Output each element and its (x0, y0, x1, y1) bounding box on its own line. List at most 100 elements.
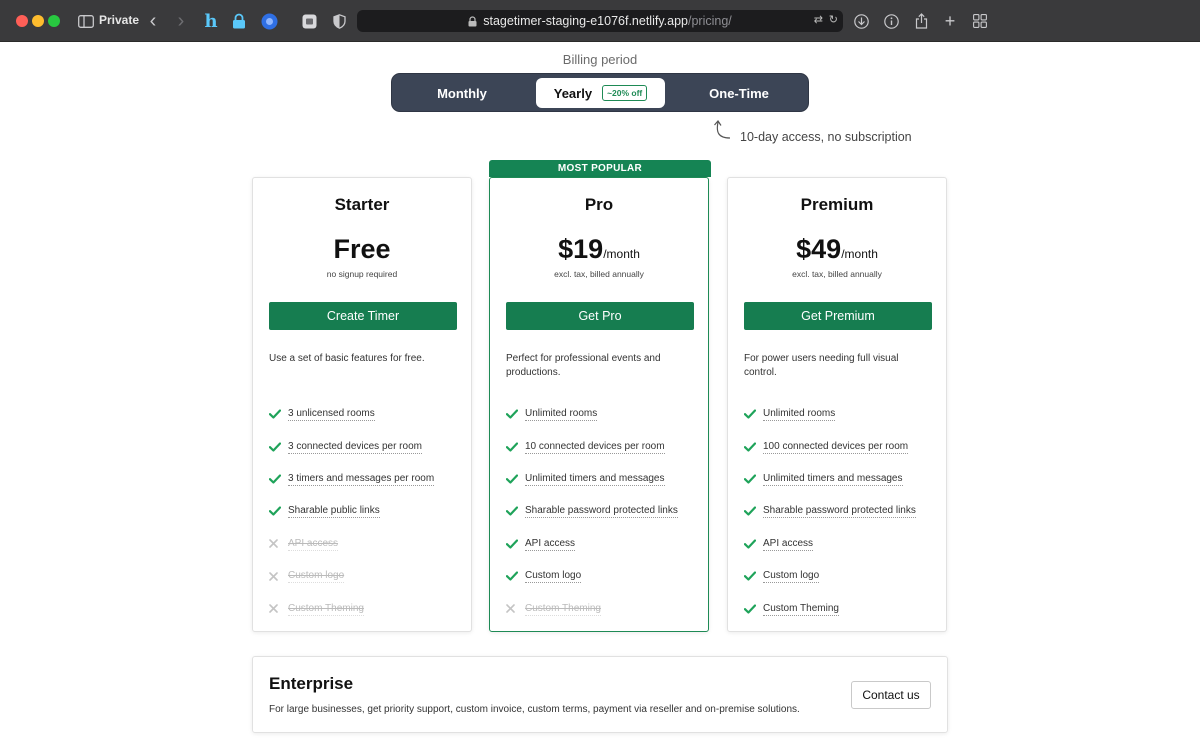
check-icon (506, 441, 525, 452)
downloads-icon[interactable] (853, 11, 869, 31)
private-label: Private (99, 13, 140, 27)
browser-toolbar: Private ‹ › h stagetimer-staging-e1076f.… (0, 0, 1200, 42)
feature-label[interactable]: 3 unlicensed rooms (288, 407, 375, 422)
cross-icon (506, 604, 525, 613)
check-icon (269, 506, 288, 516)
feature-label[interactable]: Custom Theming (763, 602, 839, 616)
extension-circle-icon[interactable] (260, 11, 278, 31)
feature-label[interactable]: Sharable public links (288, 504, 380, 519)
feature-item: Custom Theming (269, 592, 469, 624)
contact-us-button[interactable]: Contact us (851, 681, 931, 709)
padlock-icon (468, 15, 477, 26)
plan-description: Perfect for professional events and prod… (506, 353, 661, 378)
sidebar-toggle-icon[interactable] (77, 11, 95, 31)
feature-label[interactable]: 3 timers and messages per room (288, 472, 435, 486)
feature-item: Unlimited timers and messages (744, 463, 944, 495)
zoom-window-button[interactable] (48, 15, 60, 27)
one-time-note-text: 10-day access, no subscription (740, 130, 912, 144)
feature-label[interactable]: 100 connected devices per room (763, 440, 909, 454)
check-icon (506, 539, 525, 549)
plan-description: For power users needing full visual cont… (744, 353, 899, 378)
new-tab-icon[interactable]: + (942, 11, 958, 31)
check-icon (744, 539, 763, 549)
plan-card-starter: Starter Free no signup required Create Time… (252, 177, 472, 632)
feature-label[interactable]: Custom logo (288, 569, 345, 584)
billing-option-monthly[interactable]: Monthly (392, 78, 532, 108)
forward-icon[interactable]: › (174, 10, 188, 32)
feature-label[interactable]: 3 connected devices per room (288, 440, 422, 454)
minimize-window-button[interactable] (32, 15, 44, 27)
billing-period-label: Billing period (562, 52, 638, 67)
feature-label[interactable]: Unlimited rooms (763, 407, 836, 422)
pricing-page: Billing period Monthly Yearly ~20% off On… (0, 42, 1200, 749)
feature-item: Unlimited timers and messages (506, 463, 706, 495)
price-amount: $19 (558, 234, 604, 264)
plan-price: $19/month (490, 234, 708, 265)
back-icon[interactable]: ‹ (146, 10, 160, 32)
tab-overview-icon[interactable] (972, 11, 988, 31)
reload-icon[interactable]: ↻ (829, 13, 838, 26)
check-icon (269, 409, 288, 419)
feature-label[interactable]: API access (288, 537, 339, 551)
premium-cta-button[interactable]: Get Premium (744, 302, 932, 330)
feature-item: 3 timers and messages per room (269, 463, 469, 495)
price-subtext: excl. tax, billed annually (554, 269, 644, 279)
feature-item: API access (744, 528, 944, 560)
check-icon (506, 506, 525, 516)
feature-label[interactable]: Unlimited rooms (525, 407, 598, 422)
plan-name: Premium (800, 195, 874, 214)
price-amount: Free (333, 234, 391, 264)
feature-item: Sharable password protected links (506, 495, 706, 527)
check-icon (744, 441, 763, 452)
info-icon[interactable] (883, 11, 899, 31)
feature-label[interactable]: API access (763, 537, 814, 551)
billing-period-selector: Monthly Yearly ~20% off One-Time (391, 73, 809, 112)
feature-item: Unlimited rooms (506, 398, 706, 430)
most-popular-banner: MOST POPULAR (489, 160, 711, 177)
starter-cta-button[interactable]: Create Timer (269, 302, 457, 330)
feature-list: 3 unlicensed rooms 3 connected devices pe… (269, 398, 469, 625)
price-amount: $49 (796, 234, 842, 264)
billing-option-one-time[interactable]: One-Time (670, 78, 808, 108)
billing-option-yearly[interactable]: Yearly ~20% off (536, 78, 665, 108)
price-period: /month (603, 247, 640, 261)
extension-h-icon[interactable]: h (202, 11, 220, 32)
feature-item: 10 connected devices per room (506, 430, 706, 462)
lock-extension-icon[interactable] (231, 11, 247, 31)
feature-label[interactable]: Custom Theming (525, 602, 601, 616)
billing-option-label: One-Time (709, 85, 769, 101)
pro-cta-button[interactable]: Get Pro (506, 302, 694, 330)
feature-label[interactable]: Unlimited timers and messages (763, 472, 903, 486)
shield-icon[interactable] (331, 11, 347, 31)
check-icon (506, 474, 525, 484)
feature-label[interactable]: Unlimited timers and messages (525, 472, 665, 486)
address-bar[interactable]: stagetimer-staging-e1076f.netlify.app/pr… (357, 10, 843, 32)
plan-price: $49/month (728, 234, 946, 265)
check-icon (506, 409, 525, 419)
feature-label[interactable]: Custom logo (525, 569, 582, 584)
cross-icon (269, 571, 288, 581)
cross-icon (269, 604, 288, 613)
enterprise-title: Enterprise (269, 674, 354, 693)
cross-icon (269, 539, 288, 549)
feature-label[interactable]: Custom logo (763, 569, 820, 584)
extension-square-icon[interactable] (301, 11, 317, 31)
feature-item: Unlimited rooms (744, 398, 944, 430)
plan-price: Free (253, 234, 471, 265)
close-window-button[interactable] (16, 15, 28, 27)
feature-label[interactable]: API access (525, 537, 576, 551)
feature-item: Sharable public links (269, 495, 469, 527)
feature-label[interactable]: Custom Theming (288, 602, 364, 616)
url-path: /pricing/ (687, 14, 732, 28)
translate-icon[interactable]: ⇄ (814, 13, 823, 26)
feature-item: 3 connected devices per room (269, 430, 469, 462)
feature-item: Custom logo (269, 560, 469, 592)
feature-label[interactable]: 10 connected devices per room (525, 440, 665, 454)
share-icon[interactable] (913, 11, 929, 31)
plan-description: Use a set of basic features for free. (269, 353, 425, 364)
price-subtext: excl. tax, billed annually (792, 269, 882, 279)
check-icon (269, 441, 288, 452)
feature-label[interactable]: Sharable password protected links (525, 504, 678, 519)
discount-badge: ~20% off (602, 85, 648, 101)
feature-label[interactable]: Sharable password protected links (763, 504, 916, 519)
